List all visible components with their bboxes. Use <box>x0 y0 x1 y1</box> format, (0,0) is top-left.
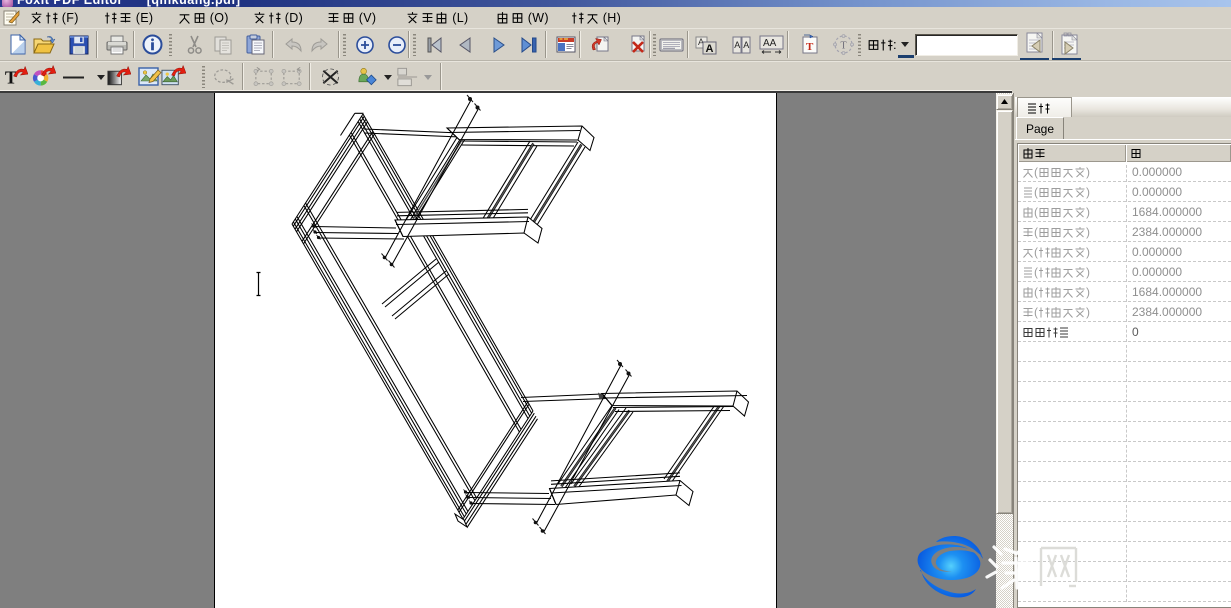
svg-text:T: T <box>5 67 17 87</box>
svg-text:A: A <box>743 40 749 50</box>
svg-text:A: A <box>734 40 740 50</box>
svg-text:T: T <box>806 41 814 53</box>
svg-text:T: T <box>841 41 847 52</box>
svg-text:A: A <box>705 43 713 55</box>
svg-text:AA: AA <box>763 38 777 49</box>
